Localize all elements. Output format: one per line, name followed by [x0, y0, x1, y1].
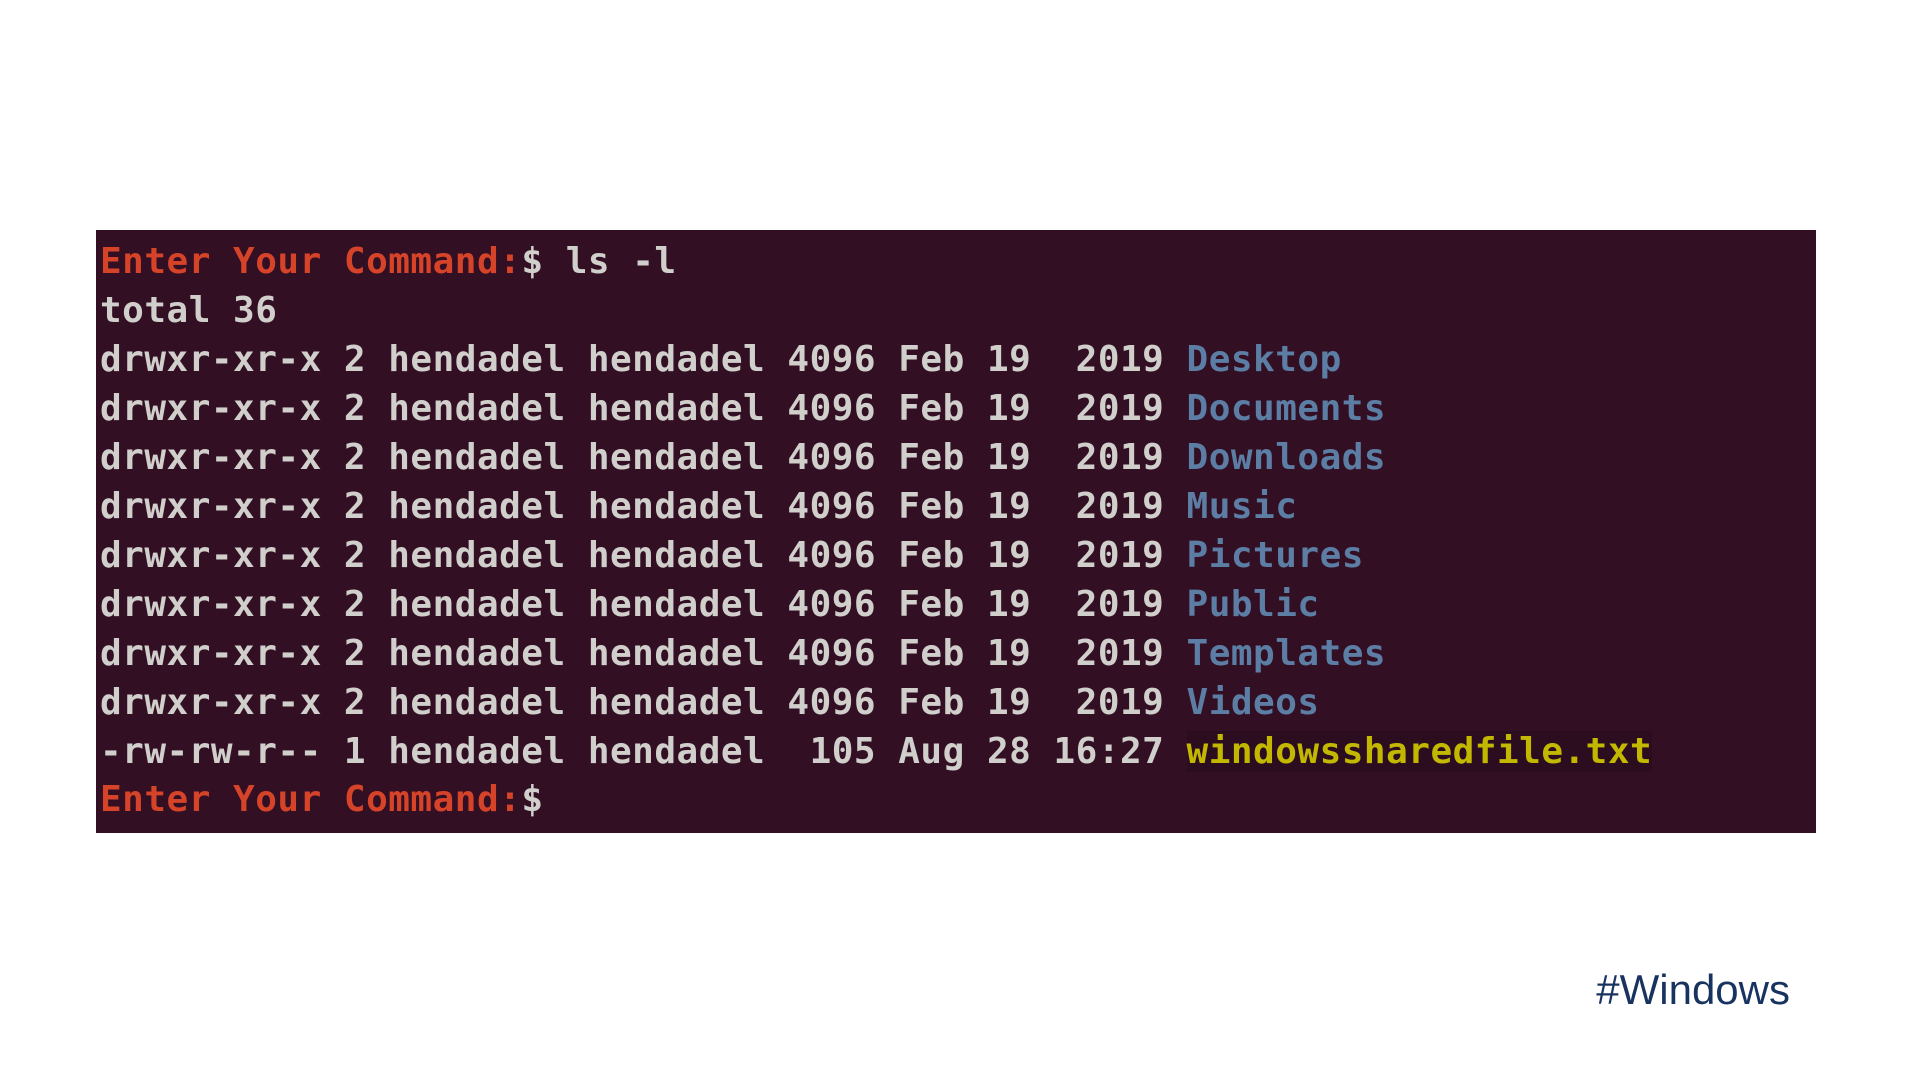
- listing-row: drwxr-xr-x 2 hendadel hendadel 4096 Feb …: [100, 679, 1812, 728]
- listing-meta: drwxr-xr-x 2 hendadel hendadel 4096 Feb …: [100, 535, 1187, 576]
- listing-meta: drwxr-xr-x 2 hendadel hendadel 4096 Feb …: [100, 437, 1187, 478]
- directory-name: Documents: [1187, 388, 1387, 429]
- prompt-line-1: Enter Your Command:$ ls -l: [100, 238, 1812, 287]
- listing-meta: drwxr-xr-x 2 hendadel hendadel 4096 Feb …: [100, 339, 1187, 380]
- listing-meta: drwxr-xr-x 2 hendadel hendadel 4096 Feb …: [100, 633, 1187, 674]
- listing-meta: drwxr-xr-x 2 hendadel hendadel 4096 Feb …: [100, 682, 1187, 723]
- listing-row: drwxr-xr-x 2 hendadel hendadel 4096 Feb …: [100, 532, 1812, 581]
- directory-name: Templates: [1187, 633, 1387, 674]
- terminal-window[interactable]: Enter Your Command:$ ls -l total 36 drwx…: [96, 230, 1816, 833]
- directory-name: Music: [1187, 486, 1298, 527]
- listing-row: drwxr-xr-x 2 hendadel hendadel 4096 Feb …: [100, 581, 1812, 630]
- file-name: windowssharedfile.txt: [1187, 731, 1653, 772]
- listing-meta: drwxr-xr-x 2 hendadel hendadel 4096 Feb …: [100, 486, 1187, 527]
- listing-rows: drwxr-xr-x 2 hendadel hendadel 4096 Feb …: [100, 336, 1812, 777]
- listing-row: drwxr-xr-x 2 hendadel hendadel 4096 Feb …: [100, 483, 1812, 532]
- total-line: total 36: [100, 287, 1812, 336]
- prompt-dollar: $: [521, 779, 543, 820]
- prompt-dollar: $: [521, 241, 543, 282]
- listing-row: drwxr-xr-x 2 hendadel hendadel 4096 Feb …: [100, 336, 1812, 385]
- prompt-label: Enter Your Command:: [100, 779, 521, 820]
- listing-meta: drwxr-xr-x 2 hendadel hendadel 4096 Feb …: [100, 388, 1187, 429]
- listing-row: drwxr-xr-x 2 hendadel hendadel 4096 Feb …: [100, 385, 1812, 434]
- listing-row: drwxr-xr-x 2 hendadel hendadel 4096 Feb …: [100, 630, 1812, 679]
- hashtag-label: #Windows: [1596, 966, 1790, 1014]
- directory-name: Downloads: [1187, 437, 1387, 478]
- listing-meta: drwxr-xr-x 2 hendadel hendadel 4096 Feb …: [100, 584, 1187, 625]
- listing-meta: -rw-rw-r-- 1 hendadel hendadel 105 Aug 2…: [100, 731, 1187, 772]
- command-text[interactable]: ls -l: [544, 241, 677, 282]
- prompt-line-2[interactable]: Enter Your Command:$: [100, 776, 1812, 825]
- listing-row: -rw-rw-r-- 1 hendadel hendadel 105 Aug 2…: [100, 728, 1812, 777]
- prompt-label: Enter Your Command:: [100, 241, 521, 282]
- directory-name: Pictures: [1187, 535, 1364, 576]
- listing-row: drwxr-xr-x 2 hendadel hendadel 4096 Feb …: [100, 434, 1812, 483]
- directory-name: Videos: [1187, 682, 1320, 723]
- directory-name: Public: [1187, 584, 1320, 625]
- directory-name: Desktop: [1187, 339, 1342, 380]
